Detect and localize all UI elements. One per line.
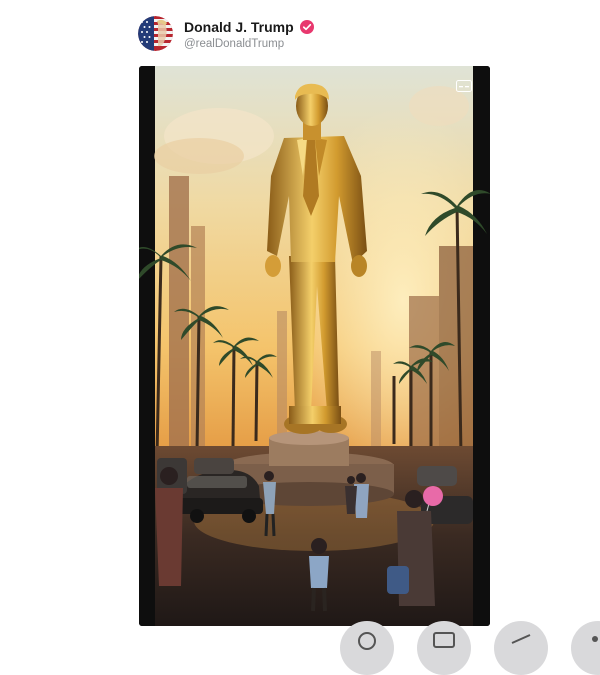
bottom-control-2[interactable] — [417, 621, 471, 675]
bottom-control-1[interactable] — [340, 621, 394, 675]
control-icon — [511, 634, 531, 644]
control-icon — [433, 632, 455, 648]
control-icon — [358, 632, 376, 650]
bottom-control-4[interactable] — [571, 621, 600, 675]
author-display-name[interactable]: Donald J. Trump — [184, 19, 294, 35]
verified-badge-icon — [299, 20, 314, 34]
author-handle[interactable]: @realDonaldTrump — [184, 38, 284, 50]
bottom-control-3[interactable] — [494, 621, 548, 675]
american-flag-avatar-icon — [138, 16, 173, 51]
avatar[interactable] — [138, 16, 173, 51]
caption-icon[interactable] — [456, 80, 472, 92]
post-video[interactable] — [139, 66, 490, 626]
control-icon — [592, 636, 598, 642]
video-frame — [139, 66, 490, 626]
name-row: Donald J. Trump — [184, 19, 314, 35]
post-header: Donald J. Trump @realDonaldTrump — [138, 16, 438, 54]
